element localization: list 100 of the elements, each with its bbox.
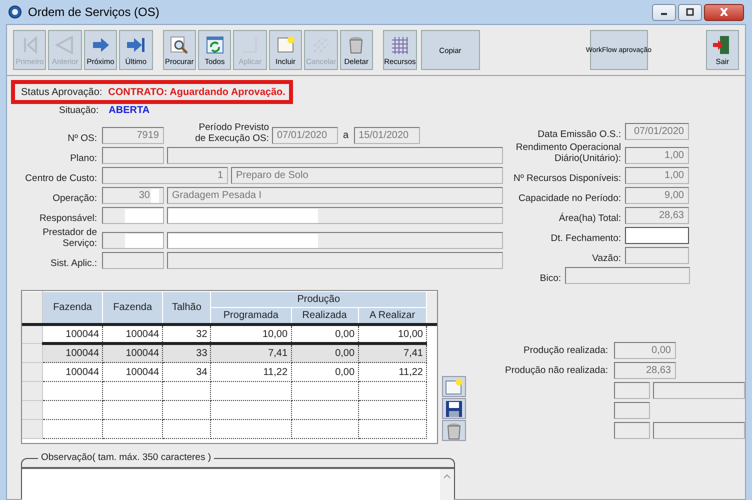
- input-field[interactable]: 07/01/2020: [625, 123, 689, 140]
- input-field[interactable]: [625, 227, 689, 244]
- table-cell: 100044: [66, 366, 100, 378]
- field-label: Data Emissão O.S.:: [536, 129, 621, 140]
- field-label: Bico:: [538, 273, 561, 284]
- minimize-button[interactable]: [652, 4, 676, 20]
- input-field[interactable]: [614, 422, 650, 439]
- field-label: Capacidade no Período:: [518, 193, 621, 204]
- save-button[interactable]: [442, 398, 466, 419]
- field-label: Prestador de Serviço:: [42, 227, 98, 249]
- code-field[interactable]: 1: [102, 167, 228, 184]
- range-separator: a: [342, 130, 350, 143]
- field-value: 30: [138, 190, 150, 201]
- search-icon: [169, 34, 190, 54]
- table-cell: 100044: [66, 328, 100, 340]
- field-label: Rendimento Operacional Diário(Unitário):: [514, 142, 621, 164]
- previous-icon: [55, 34, 76, 54]
- app-icon: [8, 5, 22, 19]
- input-field[interactable]: 28,63: [625, 207, 689, 224]
- column-header: Talhão: [172, 302, 202, 313]
- table-cell: 10,00: [398, 328, 423, 340]
- field-value: Gradagem Pesada I: [172, 190, 262, 201]
- close-icon: [719, 8, 729, 16]
- field-label: Sist. Aplic.:: [50, 258, 98, 269]
- input-field[interactable]: [565, 267, 690, 284]
- window-title: Ordem de Serviços (OS): [28, 5, 160, 19]
- input-field[interactable]: [614, 402, 650, 419]
- field-value: 1: [217, 170, 223, 181]
- input-field[interactable]: [653, 382, 745, 399]
- column-group-header: Produção: [297, 294, 340, 305]
- table-cell: 33: [196, 348, 208, 359]
- column-header: Programada: [223, 310, 278, 321]
- code-field[interactable]: [102, 207, 164, 224]
- input-field[interactable]: [653, 422, 745, 439]
- input-field[interactable]: 0,00: [614, 342, 676, 359]
- table-cell: 32: [196, 328, 208, 340]
- group-label: Observação( tam. máx. 350 caracteres ): [38, 452, 214, 463]
- scroll-up-icon[interactable]: [443, 473, 451, 479]
- field-label: Dt. Fechamento:: [550, 233, 621, 244]
- maximize-button[interactable]: [678, 4, 702, 20]
- code-field[interactable]: [102, 232, 164, 249]
- table-cell: 10,00: [262, 328, 288, 340]
- description-field[interactable]: [167, 252, 503, 269]
- table-cell: 7,41: [404, 348, 423, 359]
- situation-label: Situação:: [59, 104, 99, 116]
- column-header: Realizada: [302, 310, 347, 321]
- scrollbar[interactable]: [440, 469, 454, 500]
- table-cell: 11,22: [263, 366, 288, 378]
- status-label: Status Aprovação:: [21, 86, 102, 98]
- table-cell: 100044: [126, 328, 160, 340]
- observation-field[interactable]: [22, 467, 454, 500]
- column-header: Fazenda: [53, 302, 92, 313]
- description-field[interactable]: Gradagem Pesada I: [167, 187, 503, 204]
- description-field[interactable]: [167, 147, 503, 164]
- table-cell: 100044: [66, 348, 100, 359]
- table-row[interactable]: 100044 100044 33 7,41 0,00 7,41: [22, 344, 437, 362]
- table-cell: 0,00: [335, 366, 355, 378]
- code-field[interactable]: 30: [102, 187, 164, 204]
- field-label: Período Previsto de Execução OS:: [194, 122, 269, 144]
- os-number-field[interactable]: 7919: [102, 127, 164, 144]
- description-field[interactable]: [167, 207, 503, 224]
- table-cell: 11,22: [398, 366, 423, 378]
- description-field[interactable]: [167, 232, 503, 249]
- description-field[interactable]: Preparo de Solo: [231, 167, 503, 184]
- table-cell: 100044: [126, 366, 160, 378]
- maximize-icon: [685, 8, 695, 16]
- field-label: Centro de Custo:: [24, 173, 98, 184]
- date-field[interactable]: 15/01/2020: [354, 127, 420, 144]
- input-field[interactable]: [614, 382, 650, 399]
- field-label: Nº Recursos Disponíveis:: [512, 173, 621, 184]
- column-header: A Realizar: [369, 310, 416, 321]
- table-cell: 0,00: [335, 348, 355, 359]
- field-value: Preparo de Solo: [236, 170, 308, 181]
- input-field[interactable]: 9,00: [625, 187, 689, 204]
- column-header: Fazenda: [113, 302, 152, 313]
- status-value: CONTRATO: Aguardando Aprovação.: [108, 86, 286, 98]
- date-field[interactable]: 07/01/2020: [272, 127, 338, 144]
- table-cell: 34: [196, 366, 208, 378]
- input-field[interactable]: 28,63: [614, 362, 676, 379]
- refresh-icon: [204, 34, 225, 54]
- field-label: Nº OS:: [66, 133, 98, 144]
- field-label: Área(ha) Total:: [558, 213, 621, 224]
- code-field[interactable]: [102, 147, 164, 164]
- field-label: Vazão:: [591, 253, 621, 264]
- grid-icon: [390, 34, 410, 54]
- table-cell: 100044: [126, 348, 160, 359]
- field-label: Produção não realizada:: [504, 365, 608, 376]
- table-cell: 7,41: [268, 348, 288, 359]
- input-field[interactable]: 1,00: [625, 167, 689, 184]
- field-label: Produção realizada:: [522, 345, 608, 356]
- field-label: Plano:: [69, 153, 98, 164]
- input-field[interactable]: [625, 247, 689, 264]
- table-row[interactable]: 100044 100044 34 11,22 0,00 11,22: [22, 362, 437, 382]
- code-field[interactable]: [102, 252, 164, 269]
- new-document-icon: [276, 34, 296, 54]
- field-label: Responsável:: [38, 213, 98, 224]
- close-button[interactable]: [704, 4, 744, 20]
- table-cell: 0,00: [335, 328, 355, 340]
- field-label: Operação:: [52, 193, 98, 204]
- input-field[interactable]: 1,00: [625, 147, 689, 164]
